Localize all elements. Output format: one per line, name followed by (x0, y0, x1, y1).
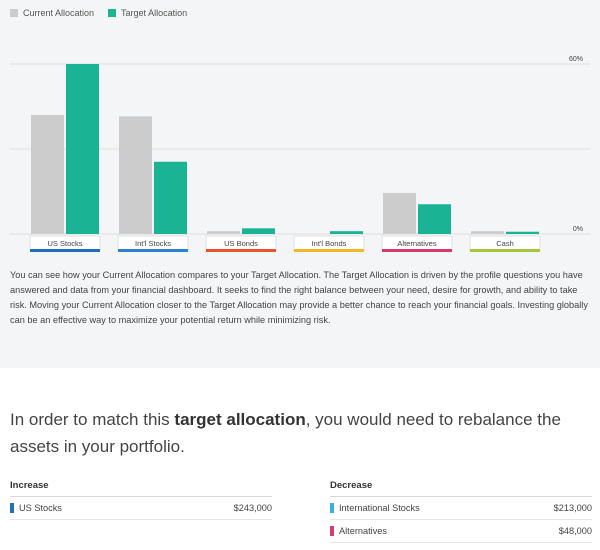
y-tick-label-top: 60% (569, 56, 583, 63)
bar-target (506, 231, 539, 234)
headline-emphasis: target allocation (174, 410, 306, 429)
increase-row-label: US Stocks (19, 503, 62, 513)
category-label: Alternatives (397, 239, 436, 248)
allocation-chart-panel: Current Allocation Target Allocation 60%… (0, 0, 600, 368)
bar-target (154, 161, 187, 234)
bar-current (383, 192, 416, 234)
category-color-strip (30, 249, 100, 252)
bar-current (207, 231, 240, 234)
decrease-row-label: Alternatives (339, 526, 388, 536)
bar-current (119, 116, 152, 234)
category-color-strip (470, 249, 540, 252)
bar-target (418, 204, 451, 234)
increase-list: Increase US Stocks $243,000 (10, 480, 272, 520)
bar-current (31, 115, 64, 234)
allocation-description: You can see how your Current Allocation … (10, 270, 588, 325)
decrease-title: Decrease (330, 480, 592, 497)
decrease-list: Decrease International Stocks $213,000 A… (330, 480, 592, 543)
headline-text-start: In order to match this (10, 410, 175, 429)
rebalance-headline: In order to match this target allocation… (10, 406, 570, 460)
decrease-row-amount: $48,000 (558, 526, 592, 536)
decrease-row-marker (330, 503, 334, 513)
category-label: Int'l Stocks (135, 239, 171, 248)
category-color-strip (118, 249, 188, 252)
increase-row-amount: $243,000 (233, 503, 272, 513)
decrease-row: International Stocks $213,000 (330, 497, 592, 520)
decrease-row-label: International Stocks (339, 503, 420, 513)
increase-row-marker (10, 503, 14, 513)
increase-row: US Stocks $243,000 (10, 497, 272, 520)
bar-target (66, 64, 99, 234)
allocation-bar-chart: 60% 0% US Stocks Int'l Stocks US Bonds Int'l … (10, 56, 590, 252)
bar-current (471, 231, 504, 234)
decrease-row-amount: $213,000 (553, 503, 592, 513)
decrease-row: Alternatives $48,000 (330, 520, 592, 543)
bar-target (330, 231, 363, 234)
category-color-strip (382, 249, 452, 252)
category-color-strip (294, 249, 364, 252)
bar-target (242, 228, 275, 234)
category-label: Int'l Bonds (312, 239, 347, 248)
category-label: US Bonds (224, 239, 258, 248)
category-label: Cash (496, 239, 514, 248)
increase-title: Increase (10, 480, 272, 497)
decrease-row-marker (330, 526, 334, 536)
y-tick-label-bottom: 0% (573, 226, 583, 233)
category-color-strip (206, 249, 276, 252)
category-label: US Stocks (47, 239, 82, 248)
